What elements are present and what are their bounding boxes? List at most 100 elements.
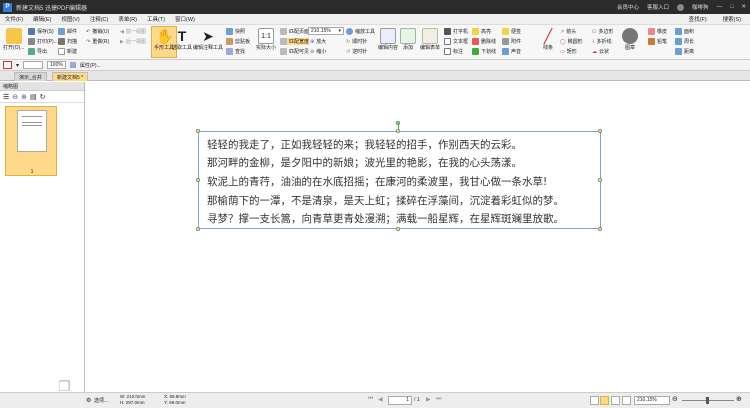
chevron-down-icon[interactable]: ▾: [16, 62, 19, 69]
next-view-button[interactable]: ▶ 后一视图: [120, 38, 146, 46]
member-center-link[interactable]: 会员中心: [617, 3, 639, 11]
attachment-button[interactable]: 附件: [502, 38, 521, 45]
fit-visible-button[interactable]: 匹配可见: [280, 48, 309, 55]
fit-width-button[interactable]: 匹配宽度: [280, 38, 310, 45]
facing-page-button[interactable]: [611, 396, 620, 405]
opacity-select[interactable]: 100%: [47, 61, 66, 69]
status-zoom-select[interactable]: 210.15%: [634, 396, 670, 405]
actual-size-button[interactable]: 1:1 实际大小: [256, 28, 276, 51]
arrow-button[interactable]: ↗ 箭头: [560, 28, 576, 36]
insert-page-icon[interactable]: ▤: [30, 93, 37, 101]
distance-button[interactable]: 距离: [675, 48, 694, 55]
line-style-select[interactable]: [23, 61, 44, 69]
avatar[interactable]: [677, 3, 685, 11]
resize-handle-tr[interactable]: [598, 129, 602, 133]
resize-handle-tl[interactable]: [196, 129, 200, 133]
edit-content-button[interactable]: 编辑内容: [378, 28, 398, 51]
tab-new-document[interactable]: 新建文档5 *: [52, 72, 89, 81]
resize-handle-ml[interactable]: [196, 178, 200, 182]
zoom-out-button[interactable]: ⊖ 缩小: [310, 48, 326, 56]
email-button[interactable]: 邮件: [58, 28, 77, 35]
cloud-button[interactable]: ☁ 云状: [592, 48, 609, 56]
sound-button[interactable]: 声音: [502, 48, 521, 55]
zoom-slider-thumb[interactable]: [706, 397, 709, 404]
next-page-button[interactable]: ▶: [426, 396, 431, 403]
resize-handle-tc[interactable]: [396, 129, 400, 133]
zoom-tool-button[interactable]: 缩放工具: [346, 28, 375, 35]
prev-page-button[interactable]: ◀: [378, 396, 383, 403]
snapshot-button[interactable]: 快照: [226, 28, 245, 35]
area-button[interactable]: 面积: [675, 28, 694, 35]
color-swatch[interactable]: [3, 61, 12, 69]
resize-handle-bc[interactable]: [396, 227, 400, 231]
menu-comment[interactable]: 注释(C): [85, 15, 114, 23]
continuous-page-button[interactable]: [600, 396, 609, 405]
resize-handle-br[interactable]: [598, 227, 602, 231]
new-button[interactable]: 新建: [58, 48, 77, 55]
properties-button[interactable]: 属性(P)...: [80, 62, 101, 69]
underline-button[interactable]: 下划线: [472, 48, 496, 55]
typewriter-button[interactable]: 打字机: [444, 28, 468, 35]
fit-page-button[interactable]: 匹配页面: [280, 28, 309, 35]
maximize-button[interactable]: □: [730, 4, 733, 10]
text-block[interactable]: 轻轻的我走了，正如我轻轻的来；我轻轻的招手，作别西天的云彩。 那河畔的金柳，是夕…: [198, 131, 601, 229]
user-name[interactable]: 咖啡狗: [692, 3, 709, 11]
find-button[interactable]: 查找(F): [684, 15, 712, 23]
zoom-out-icon[interactable]: ⊖: [672, 395, 678, 403]
undo-button[interactable]: ↶ 撤销(U): [86, 28, 109, 36]
select-tool-button[interactable]: T 选取工具: [172, 28, 192, 51]
options-icon[interactable]: ☰: [3, 93, 9, 101]
edit-annotation-button[interactable]: ➤ 编辑注释工具: [193, 28, 223, 51]
callout-button[interactable]: 标注: [444, 48, 463, 55]
export-button[interactable]: 导出: [28, 48, 47, 55]
perimeter-button[interactable]: 周长: [675, 38, 694, 45]
polyline-button[interactable]: ⌇ 多折线: [592, 38, 611, 46]
resize-handle-bl[interactable]: [196, 227, 200, 231]
clipboard-button[interactable]: 剪贴板: [226, 38, 250, 45]
first-page-button[interactable]: ⏮: [368, 396, 373, 403]
zoom-select[interactable]: 210.15% ▾: [308, 27, 344, 35]
single-page-button[interactable]: [590, 396, 599, 405]
scan-button[interactable]: 扫描: [58, 38, 77, 45]
rotate-handle[interactable]: [396, 121, 400, 125]
save-button[interactable]: 保存(S): [28, 28, 54, 35]
add-button[interactable]: 添加: [400, 28, 416, 51]
line-button[interactable]: ╱ 线条: [540, 28, 556, 51]
resize-handle-mr[interactable]: [598, 178, 602, 182]
tab-merge-demo[interactable]: 演示_合并: [14, 72, 47, 81]
support-link[interactable]: 客服入口: [647, 3, 669, 11]
ellipse-button[interactable]: ◯ 椭圆形: [560, 38, 583, 46]
continuous-facing-button[interactable]: [622, 396, 631, 405]
prev-view-button[interactable]: ◀ 前一视图: [120, 28, 146, 36]
stamp-button[interactable]: 图章: [622, 28, 638, 51]
rectangle-button[interactable]: ▭ 矩形: [560, 48, 577, 56]
menu-edit[interactable]: 编辑(E): [28, 15, 56, 23]
menu-window[interactable]: 窗口(W): [170, 15, 200, 23]
document-canvas[interactable]: [86, 82, 750, 392]
page-thumbnail[interactable]: 1: [5, 106, 57, 176]
eraser-button[interactable]: 橡皮: [648, 28, 667, 35]
find-tool-button[interactable]: 查找: [226, 48, 245, 55]
last-page-button[interactable]: ⏭: [436, 396, 441, 403]
close-button[interactable]: ✕: [741, 4, 746, 10]
zoom-in-button[interactable]: ⊕ 放大: [310, 38, 326, 46]
search-button[interactable]: 搜索(S): [718, 15, 746, 23]
highlight-button[interactable]: 高亮: [472, 28, 491, 35]
polygon-button[interactable]: ⬠ 多边形: [592, 28, 613, 36]
rotate-icon[interactable]: ↻: [40, 93, 46, 101]
zoom-in-icon[interactable]: ⊕: [21, 93, 27, 101]
note-button[interactable]: 便签: [502, 28, 521, 35]
open-button[interactable]: 打开(O)...: [3, 28, 24, 51]
print-button[interactable]: 打印(P)...: [28, 38, 58, 45]
textbox-button[interactable]: 文本框: [444, 38, 468, 45]
page-input[interactable]: 1: [388, 396, 412, 405]
menu-form[interactable]: 表单(R): [113, 15, 142, 23]
options-button[interactable]: 选项...: [94, 397, 108, 404]
menu-view[interactable]: 视图(V): [56, 15, 84, 23]
menu-file[interactable]: 文件(F): [0, 15, 28, 23]
rotate-ccw-button[interactable]: ↺ 逆时针: [346, 48, 367, 56]
minimize-button[interactable]: —: [717, 4, 723, 10]
pencil-button[interactable]: 铅笔: [648, 38, 667, 45]
redo-button[interactable]: ↷ 重做(R): [86, 38, 109, 46]
zoom-in-icon[interactable]: ⊕: [736, 395, 742, 403]
